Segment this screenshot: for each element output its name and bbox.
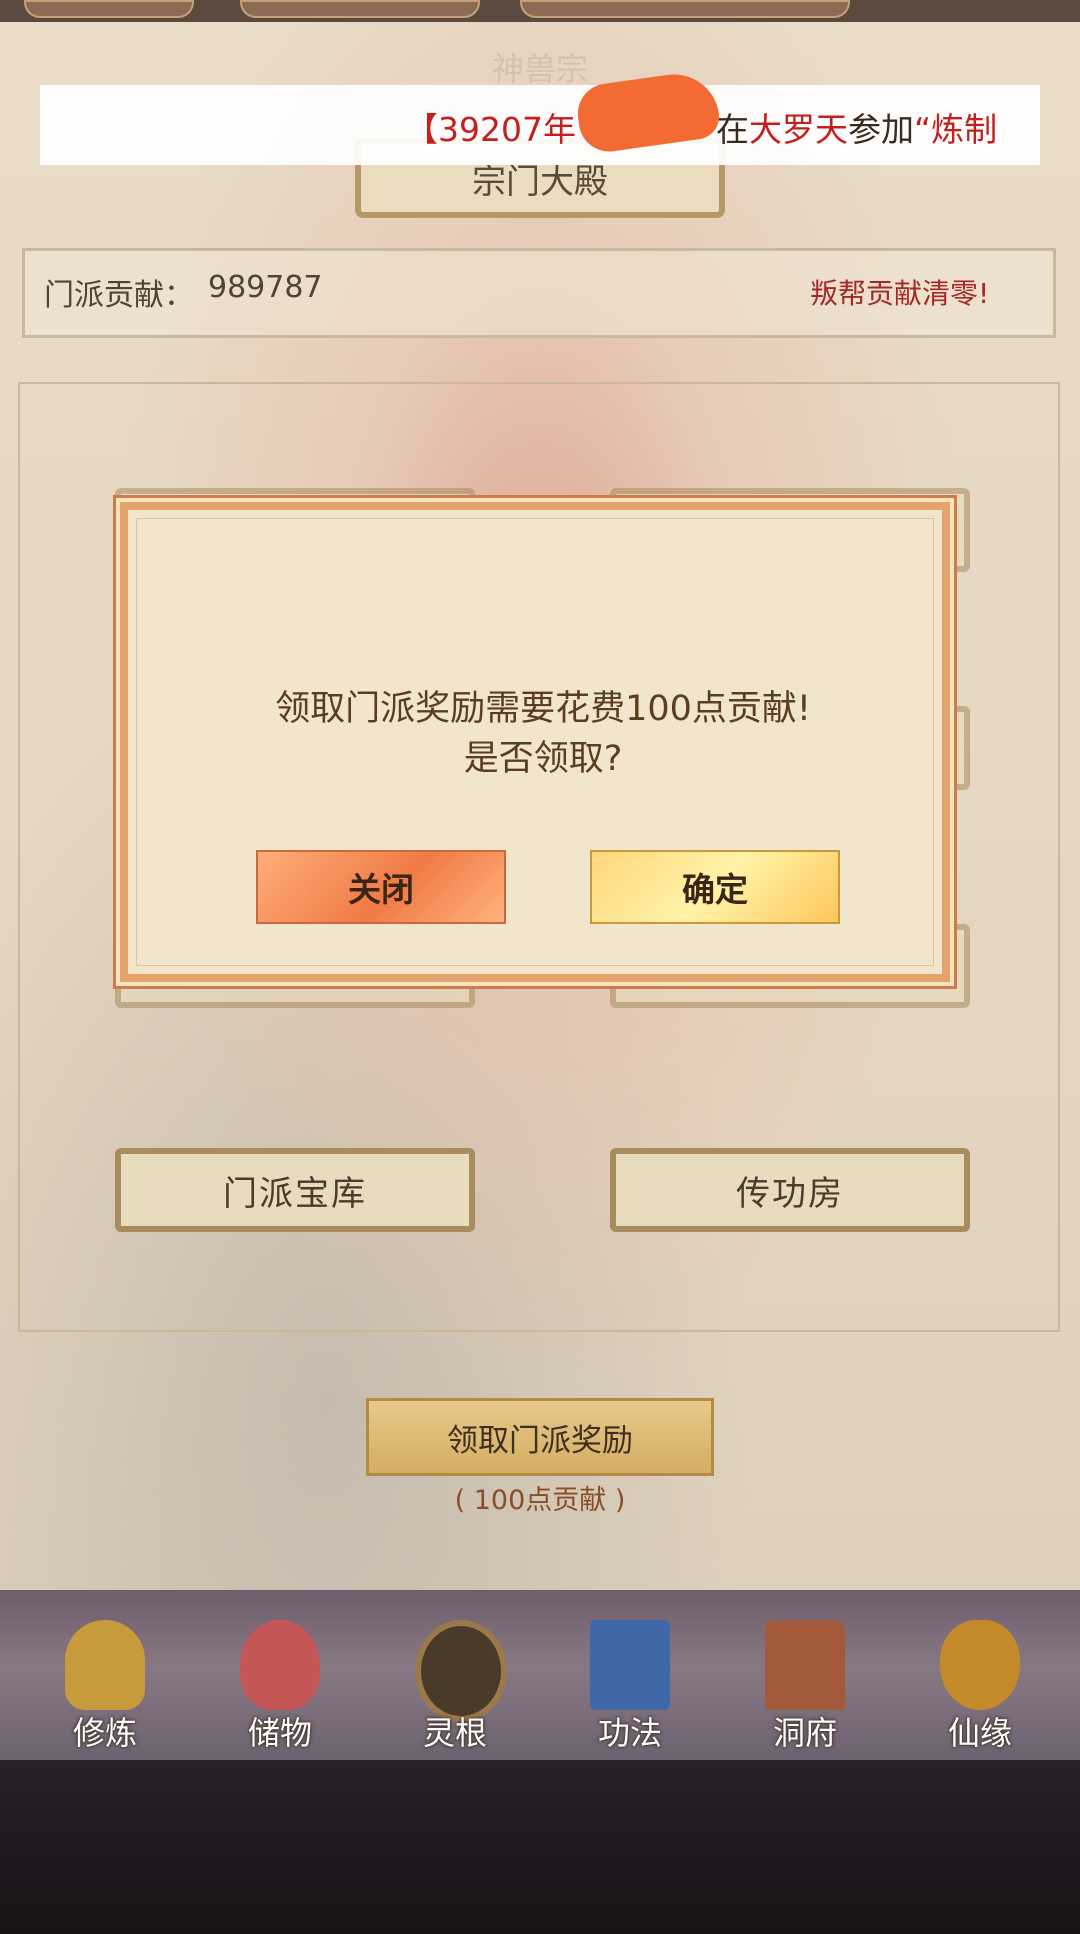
banner-verb: 参加 bbox=[847, 110, 914, 149]
nav-label: 功法 bbox=[597, 1714, 662, 1752]
building-treasury-button[interactable]: 门派宝库 bbox=[115, 1148, 475, 1232]
contribution-label: 门派贡献： bbox=[44, 278, 194, 313]
top-tab-right[interactable] bbox=[520, 0, 850, 18]
top-tab-middle[interactable] bbox=[240, 0, 480, 18]
nav-label: 洞府 bbox=[772, 1714, 837, 1752]
news-banner: 【39207年 在大罗天参加“炼制 bbox=[40, 85, 1040, 165]
claim-reward-button[interactable]: 领取门派奖励 bbox=[366, 1398, 714, 1476]
nav-label: 仙缘 bbox=[947, 1714, 1012, 1752]
nav-label: 修炼 bbox=[72, 1714, 137, 1752]
confirm-dialog: 领取门派奖励需要花费100点贡献! 是否领取? 关闭 确定 bbox=[120, 502, 950, 982]
nav-item-skills[interactable]: 功法 bbox=[555, 1610, 705, 1760]
close-button[interactable]: 关闭 bbox=[256, 850, 506, 924]
confirm-button[interactable]: 确定 bbox=[590, 850, 840, 924]
nav-label: 储物 bbox=[247, 1714, 312, 1752]
banner-in: 在 bbox=[715, 110, 749, 149]
dialog-message: 领取门派奖励需要花费100点贡献! bbox=[275, 689, 811, 729]
nav-item-fate[interactable]: 仙缘 bbox=[905, 1610, 1055, 1760]
bottom-empty-area bbox=[0, 1760, 1080, 1934]
nav-item-storage[interactable]: 储物 bbox=[205, 1610, 355, 1760]
reward-cost-label: ( 100点贡献 ) bbox=[454, 1485, 626, 1516]
banner-place: 大罗天 bbox=[748, 110, 848, 149]
dialog-question: 是否领取? bbox=[463, 739, 623, 779]
meditating-monk-icon bbox=[65, 1620, 145, 1710]
pavilion-icon bbox=[765, 1620, 845, 1710]
triskelion-medallion-icon bbox=[415, 1620, 507, 1722]
building-skill-hall-button[interactable]: 传功房 bbox=[610, 1148, 970, 1232]
contribution-value: 989787 bbox=[208, 270, 323, 305]
nav-label: 灵根 bbox=[422, 1714, 487, 1752]
banner-quote: “炼制 bbox=[913, 110, 998, 149]
pouch-icon bbox=[240, 1620, 320, 1710]
gourd-icon bbox=[940, 1620, 1020, 1710]
banner-year: 39207年 bbox=[438, 110, 576, 149]
book-icon bbox=[590, 1620, 670, 1710]
nav-item-cave[interactable]: 洞府 bbox=[730, 1610, 880, 1760]
banner-bracket: 【 bbox=[405, 110, 438, 149]
nav-item-spirit-root[interactable]: 灵根 bbox=[380, 1610, 530, 1760]
betrayal-warning: 叛帮贡献清零! bbox=[810, 277, 990, 310]
top-tab-left[interactable] bbox=[24, 0, 194, 18]
nav-item-cultivate[interactable]: 修炼 bbox=[30, 1610, 180, 1760]
